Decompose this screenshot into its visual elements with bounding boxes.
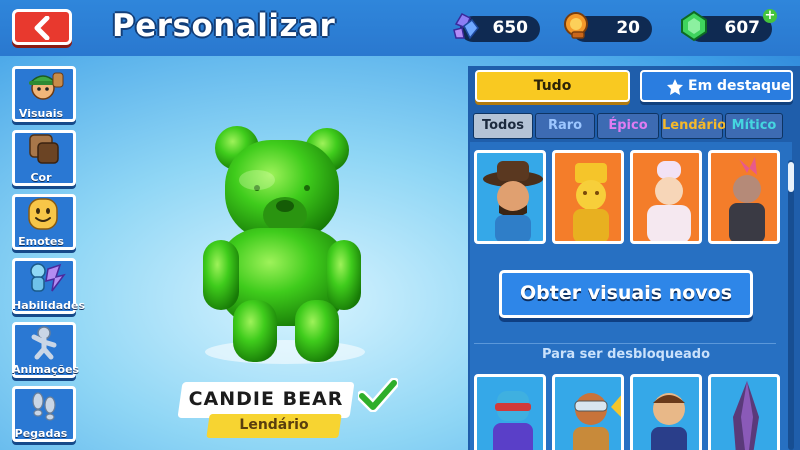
nav-label: Cor (30, 171, 52, 184)
skin-card-locked-4[interactable] (708, 374, 780, 450)
section-divider (474, 343, 776, 344)
filter-label: Raro (547, 118, 583, 133)
aviator-skin-icon (573, 393, 621, 450)
trophy-token-icon (564, 12, 588, 39)
skin-card-golden[interactable] (552, 150, 624, 244)
color-swatch-icon (29, 134, 59, 164)
skin-card-cowboy[interactable] (474, 150, 546, 244)
nav-label: Emotes (18, 235, 64, 248)
gems-value: 650 (492, 18, 529, 38)
back-arrow-icon (34, 16, 50, 40)
filter-label: Mítico (731, 118, 777, 133)
skin-card-locked-2[interactable] (552, 374, 624, 450)
back-button[interactable] (12, 9, 72, 45)
nav-label: Animações (12, 363, 80, 376)
tab-all[interactable]: Tudo (475, 70, 630, 102)
nav-item-habilidades[interactable]: Habilidades (12, 258, 85, 314)
tab-featured[interactable]: Em destaque (640, 70, 793, 102)
ability-icon (30, 263, 66, 292)
nav-item-animacoes[interactable]: Animações (12, 322, 80, 378)
skin-card-punk[interactable] (708, 150, 780, 244)
filter-label: Lendário (662, 118, 727, 133)
filter-lendario[interactable]: Lendário (661, 113, 727, 139)
sunglasses-skin-icon (493, 391, 533, 450)
figure-pose-icon (31, 326, 57, 360)
scrollbar-track[interactable] (788, 160, 794, 450)
emerald-icon (681, 10, 707, 42)
youtuber-skin-icon (651, 393, 687, 450)
rarity-label: Lendário (239, 417, 309, 433)
tokens-counter: 20 (564, 12, 652, 42)
nav-item-cor[interactable]: Cor (12, 130, 76, 186)
cowboy-skin-icon (483, 161, 543, 241)
crystal-skin-icon (733, 381, 759, 450)
filter-todos[interactable]: Todos (473, 113, 533, 139)
scrollbar-thumb[interactable] (788, 162, 794, 192)
candie-bear-character (203, 126, 365, 364)
character-name: CANDIE BEAR (188, 388, 344, 410)
muscle-skin-icon (647, 161, 691, 241)
filter-raro[interactable]: Raro (535, 113, 595, 139)
filter-label: Todos (481, 118, 525, 133)
character-head-icon (29, 72, 64, 100)
tab-featured-label: Em destaque (688, 78, 791, 94)
skin-card-muscle[interactable] (630, 150, 702, 244)
check-icon (358, 378, 398, 412)
add-emeralds-button[interactable]: + (763, 9, 777, 23)
tokens-value: 20 (616, 18, 640, 38)
page-title: Personalizar (112, 8, 336, 44)
nav-label: Pegadas (14, 427, 68, 440)
punk-skin-icon (729, 157, 765, 241)
skin-card-locked-1[interactable] (474, 374, 546, 450)
nav-item-emotes[interactable]: Emotes (12, 194, 76, 250)
star-icon (667, 79, 683, 95)
skin-card-locked-3[interactable] (630, 374, 702, 450)
nav-item-visuais[interactable]: Visuais (12, 66, 76, 122)
golden-skin-icon (573, 163, 609, 241)
get-new-skins-button[interactable]: Obter visuais novos (499, 270, 753, 318)
gems-counter: 650 (453, 13, 540, 42)
emeralds-counter: 607 (681, 10, 772, 42)
filter-epico[interactable]: Épico (597, 113, 659, 139)
filter-mitico[interactable]: Mítico (725, 113, 783, 139)
nav-label: Habilidades (12, 299, 85, 312)
gem-cluster-icon (453, 13, 479, 40)
smiley-icon (28, 198, 58, 230)
emeralds-value: 607 (724, 18, 761, 38)
section-title: Para ser desbloqueado (541, 347, 711, 362)
nav-item-pegadas[interactable]: Pegadas (12, 386, 76, 442)
nav-label: Visuais (18, 107, 64, 120)
filter-label: Épico (608, 118, 648, 133)
footprints-icon (32, 392, 56, 421)
